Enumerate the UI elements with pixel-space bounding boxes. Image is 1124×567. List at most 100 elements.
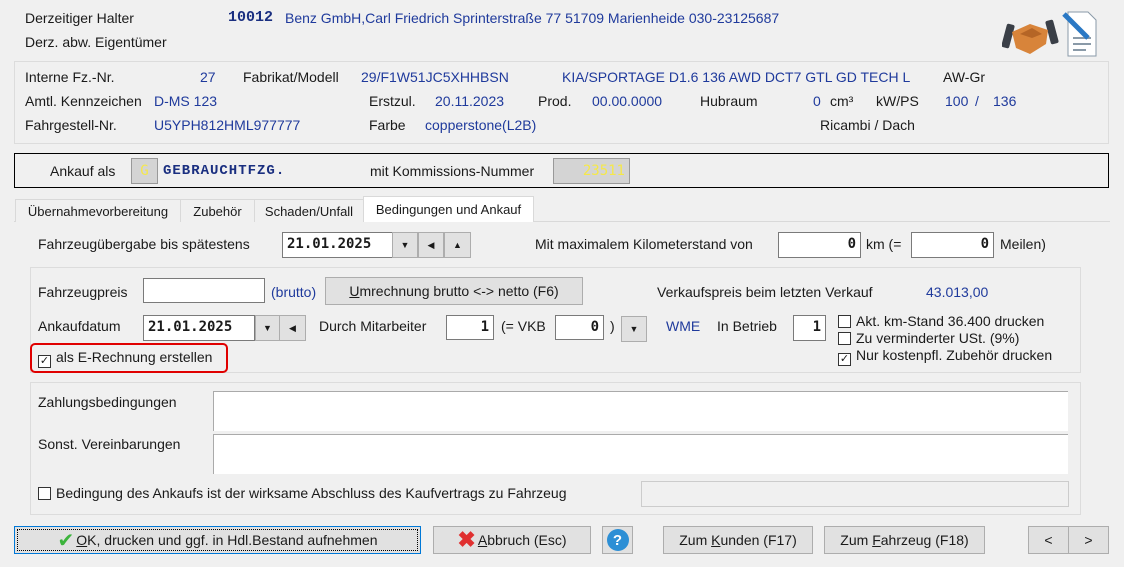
checkbox-box[interactable] bbox=[838, 315, 851, 328]
cancel-label: bbruch (Esc) bbox=[487, 532, 567, 548]
vehicle-label: ahrzeug (F18) bbox=[880, 532, 969, 548]
condition-vehicle-input bbox=[641, 481, 1069, 507]
awgr-label: AW-Gr bbox=[943, 69, 985, 85]
checkbox-label: als E-Rechnung erstellen bbox=[56, 349, 213, 365]
employee-input[interactable]: 1 bbox=[446, 315, 494, 340]
prev-day-icon[interactable]: ◀ bbox=[418, 232, 444, 258]
checkbox-e-invoice[interactable]: ✓ als E-Rechnung erstellen bbox=[38, 348, 212, 368]
checkbox-label: Nur kostenpfl. Zubehör drucken bbox=[856, 347, 1053, 363]
other-label: Sonst. Vereinbarungen bbox=[38, 436, 181, 452]
checkbox-paid-accessories[interactable]: ✓ Nur kostenpfl. Zubehör drucken bbox=[838, 346, 1052, 366]
prod: 00.00.0000 bbox=[592, 93, 663, 109]
to-customer-button[interactable]: Zum Kunden (F17) bbox=[663, 526, 813, 554]
checkbox-label: Bedingung des Ankaufs ist der wirksame A… bbox=[56, 485, 567, 501]
contract-document-icon bbox=[1062, 11, 1097, 57]
internal-no-label: Interne Fz.-Nr. bbox=[25, 69, 115, 85]
vin: U5YPH812HML977777 bbox=[154, 117, 301, 133]
holder-id[interactable]: 10012 bbox=[228, 9, 273, 27]
ps: 136 bbox=[993, 93, 1017, 109]
purchase-as-label: Ankauf als bbox=[50, 163, 116, 179]
customer-hotkey: K bbox=[711, 532, 721, 548]
checkbox-km-stand[interactable]: Akt. km-Stand 36.400 drucken bbox=[838, 312, 1044, 330]
ok-label: K, drucken und ggf. in Hdl.Bestand aufne… bbox=[87, 532, 378, 548]
prod-label: Prod. bbox=[538, 93, 572, 109]
displacement: 0 bbox=[813, 93, 821, 109]
internal-no: 27 bbox=[200, 69, 216, 85]
checkbox-box[interactable] bbox=[38, 487, 51, 500]
price-label: Fahrzeugpreis bbox=[38, 284, 128, 300]
purchase-type-name: GEBRAUCHTFZG. bbox=[163, 163, 286, 179]
dropdown-icon[interactable]: ▼ bbox=[255, 315, 280, 341]
ricambi-label: Ricambi / Dach bbox=[820, 117, 915, 133]
in-operation-input[interactable]: 1 bbox=[793, 315, 826, 341]
checkbox-box-checked[interactable]: ✓ bbox=[838, 353, 851, 366]
km-eq-label: km (= bbox=[866, 236, 902, 252]
vehicle-hotkey: F bbox=[872, 532, 881, 548]
prev-button[interactable]: < bbox=[1028, 526, 1069, 554]
first-reg-label: Erstzul. bbox=[369, 93, 416, 109]
first-reg: 20.11.2023 bbox=[435, 93, 505, 109]
commission-number[interactable]: 23511 bbox=[553, 158, 630, 184]
max-km-input[interactable]: 0 bbox=[778, 232, 861, 258]
label-pre: Zum bbox=[679, 532, 712, 548]
convert-brutto-netto-button[interactable]: Umrechnung brutto <-> netto (F6) bbox=[325, 277, 583, 305]
displacement-label: Hubraum bbox=[700, 93, 758, 109]
ok-print-button[interactable]: ✔ O K, drucken und ggf. in Hdl.Bestand auf… bbox=[14, 526, 421, 554]
close-paren: ) bbox=[610, 318, 615, 334]
miles-input[interactable]: 0 bbox=[911, 232, 994, 258]
vkb-label: (= VKB bbox=[501, 318, 546, 334]
vkb-input[interactable]: 0 bbox=[555, 315, 604, 340]
other-agreements-textarea[interactable] bbox=[213, 434, 1068, 474]
checkbox-box-checked[interactable]: ✓ bbox=[38, 355, 51, 368]
prev-day-icon[interactable]: ◀ bbox=[279, 315, 306, 341]
cross-icon: ✖ bbox=[457, 527, 476, 552]
power-slash: / bbox=[975, 93, 979, 109]
wme-label: WME bbox=[666, 318, 701, 334]
dropdown-icon[interactable]: ▼ bbox=[392, 232, 418, 258]
checkbox-purchase-condition[interactable]: Bedingung des Ankaufs ist der wirksame A… bbox=[38, 484, 567, 502]
purchase-date-label: Ankaufdatum bbox=[38, 318, 121, 334]
cancel-button[interactable]: ✖ Abbruch (Esc) bbox=[433, 526, 591, 554]
employee-dropdown-icon[interactable]: ▼ bbox=[621, 316, 647, 342]
brutto-label: (brutto) bbox=[271, 284, 317, 300]
purchase-type-code[interactable]: G bbox=[131, 158, 158, 184]
ok-hotkey: O bbox=[76, 532, 88, 548]
price-input[interactable] bbox=[143, 278, 265, 303]
help-button[interactable]: ? bbox=[602, 526, 633, 554]
owner-label: Derz. abw. Eigentümer bbox=[25, 34, 167, 50]
tab-schaden-unfall[interactable]: Schaden/Unfall bbox=[254, 199, 364, 222]
tab-zubehoer[interactable]: Zubehör bbox=[180, 199, 255, 222]
label-pre: Zum bbox=[840, 532, 873, 548]
model-code: 29/F1W51JC5XHHBSN bbox=[361, 69, 509, 85]
tab-uebernahmevorbereitung[interactable]: Übernahmevorbereitung bbox=[15, 199, 181, 222]
color-label: Farbe bbox=[369, 117, 406, 133]
to-vehicle-button[interactable]: Zum Fahrzeug (F18) bbox=[824, 526, 985, 554]
handover-label: Fahrzeugübergabe bis spätestens bbox=[38, 236, 250, 252]
holder-label: Derzeitiger Halter bbox=[25, 10, 134, 26]
handover-date-input[interactable]: 21.01.2025 bbox=[282, 232, 393, 258]
checkbox-label: Zu verminderter USt. (9%) bbox=[856, 330, 1020, 346]
handshake-icon bbox=[1002, 19, 1059, 54]
plate-label: Amtl. Kennzeichen bbox=[25, 93, 142, 109]
convert-hotkey: U bbox=[349, 283, 360, 299]
help-icon: ? bbox=[606, 529, 629, 551]
max-km-label: Mit maximalem Kilometerstand von bbox=[535, 236, 753, 252]
last-sale-value: 43.013,00 bbox=[926, 284, 989, 300]
checkbox-label: Akt. km-Stand 36.400 drucken bbox=[856, 313, 1045, 329]
holder-address: Benz GmbH,Carl Friedrich Sprinterstraße … bbox=[285, 10, 780, 26]
checkbox-box[interactable] bbox=[838, 332, 851, 345]
next-button[interactable]: > bbox=[1068, 526, 1109, 554]
payment-label: Zahlungsbedingungen bbox=[38, 394, 177, 410]
purchase-date-input[interactable]: 21.01.2025 bbox=[143, 315, 255, 341]
checkbox-reduced-vat[interactable]: Zu verminderter USt. (9%) bbox=[838, 329, 1019, 347]
color: copperstone(L2B) bbox=[425, 117, 537, 133]
in-operation-label: In Betrieb bbox=[717, 318, 777, 334]
employee-label: Durch Mitarbeiter bbox=[319, 318, 427, 334]
payment-textarea[interactable] bbox=[213, 391, 1068, 431]
customer-label: unden (F17) bbox=[720, 532, 797, 548]
tab-bedingungen-ankauf[interactable]: Bedingungen und Ankauf bbox=[363, 196, 534, 222]
checkmark-icon: ✔ bbox=[57, 529, 75, 552]
up-icon[interactable]: ▲ bbox=[444, 232, 471, 258]
vin-label: Fahrgestell-Nr. bbox=[25, 117, 117, 133]
model-label: Fabrikat/Modell bbox=[243, 69, 339, 85]
